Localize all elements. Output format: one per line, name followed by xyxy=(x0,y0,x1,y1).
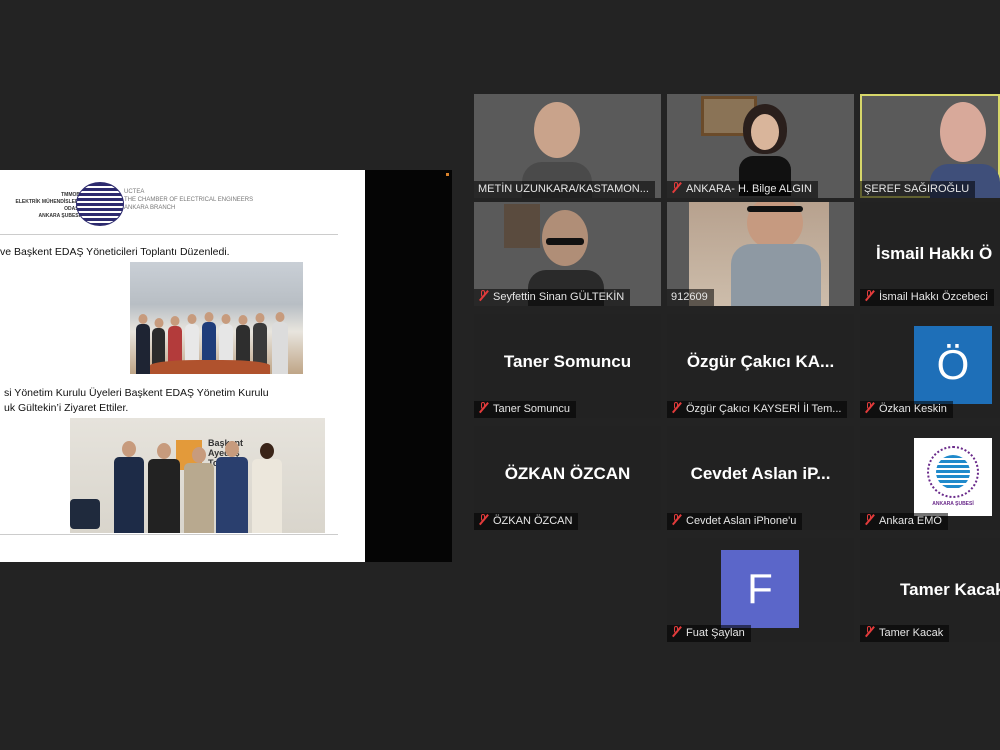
participant-name: Ankara EMO xyxy=(860,513,948,530)
participant-display-name: ÖZKAN ÖZCAN xyxy=(504,464,631,483)
participant-tile[interactable]: Taner Somuncu Taner Somuncu xyxy=(474,314,661,418)
mic-muted-icon xyxy=(864,626,875,637)
emo-logo-icon: ANKARA ŞUBESİ xyxy=(914,438,992,516)
avatar: Ö xyxy=(914,326,992,404)
divider xyxy=(0,534,338,535)
participant-tile[interactable]: F Fuat Şaylan xyxy=(667,538,854,642)
participant-name: ŞEREF SAĞIROĞLU xyxy=(860,181,976,198)
participant-name: Özkan Keskin xyxy=(860,401,953,418)
mic-muted-icon xyxy=(864,402,875,413)
participant-name: Seyfettin Sinan GÜLTEKİN xyxy=(474,289,631,306)
emo-logo-text-left: TMMOB ELEKTRİK MÜHENDİSLERİ ODASI ANKARA… xyxy=(15,192,80,219)
visit-photo: BaşkentAyedaşTop xyxy=(70,418,325,533)
mic-muted-icon xyxy=(671,182,682,193)
presentation-slide: TMMOB ELEKTRİK MÜHENDİSLERİ ODASI ANKARA… xyxy=(0,170,365,562)
participant-display-name: Taner Somuncu xyxy=(503,352,632,371)
participant-name: İsmail Hakkı Özcebeci xyxy=(860,289,994,306)
mic-muted-icon xyxy=(478,514,489,525)
slide-heading: ve Başkent EDAŞ Yöneticileri Toplantı Dü… xyxy=(0,246,230,258)
participant-display-name: Tamer Kacak xyxy=(900,580,1000,599)
participant-tile[interactable]: ÖZKAN ÖZCAN ÖZKAN ÖZCAN xyxy=(474,426,661,530)
divider xyxy=(0,234,338,235)
slide-subheading: si Yönetim Kurulu Üyeleri Başkent EDAŞ Y… xyxy=(4,387,269,414)
participant-display-name: Özgür Çakıcı KA... xyxy=(686,352,835,371)
participant-tile[interactable]: ANKARA ŞUBESİ Ankara EMO xyxy=(860,426,1000,530)
emo-logo-text-right: UCTEA THE CHAMBER OF ELECTRICAL ENGINEER… xyxy=(124,189,254,211)
participant-tile[interactable]: ŞEREF SAĞIROĞLU xyxy=(860,94,1000,198)
participant-display-name: İsmail Hakkı Ö xyxy=(876,244,993,263)
participant-name: Cevdet Aslan iPhone'u xyxy=(667,513,803,530)
participant-tile[interactable]: Özgür Çakıcı KA... Özgür Çakıcı KAYSERİ … xyxy=(667,314,854,418)
participant-tile[interactable]: METİN UZUNKARA/KASTAMON... xyxy=(474,94,661,198)
mic-muted-icon xyxy=(671,626,682,637)
participant-name: Özgür Çakıcı KAYSERİ İl Tem... xyxy=(667,401,848,418)
meeting-photo xyxy=(130,262,303,374)
participant-display-name: Cevdet Aslan iP... xyxy=(690,464,831,483)
participant-name: METİN UZUNKARA/KASTAMON... xyxy=(474,181,655,198)
participant-tile[interactable]: 912609 xyxy=(667,202,854,306)
screen-share-panel[interactable]: TMMOB ELEKTRİK MÜHENDİSLERİ ODASI ANKARA… xyxy=(0,170,452,562)
participant-name: ANKARA- H. Bilge ALGIN xyxy=(667,181,818,198)
participant-name: Tamer Kacak xyxy=(860,625,950,642)
participant-tile[interactable]: Tamer Kacak Tamer Kacak xyxy=(860,538,1000,642)
participant-name: Taner Somuncu xyxy=(474,401,577,418)
mic-muted-icon xyxy=(671,402,682,413)
mic-muted-icon xyxy=(864,514,875,525)
emo-logo-icon xyxy=(76,182,124,226)
share-margin xyxy=(365,170,452,562)
mic-muted-icon xyxy=(478,402,489,413)
avatar: F xyxy=(721,550,799,628)
participant-name: ÖZKAN ÖZCAN xyxy=(474,513,579,530)
participant-tile[interactable]: Seyfettin Sinan GÜLTEKİN xyxy=(474,202,661,306)
participant-name: Fuat Şaylan xyxy=(667,625,751,642)
participant-tile[interactable]: Ö Özkan Keskin xyxy=(860,314,1000,418)
participant-tile[interactable]: Cevdet Aslan iP... Cevdet Aslan iPhone'u xyxy=(667,426,854,530)
participant-tile[interactable]: ANKARA- H. Bilge ALGIN xyxy=(667,94,854,198)
mic-muted-icon xyxy=(671,514,682,525)
participant-name: 912609 xyxy=(667,289,714,306)
mic-muted-icon xyxy=(478,290,489,301)
participant-tile[interactable]: İsmail Hakkı Ö İsmail Hakkı Özcebeci xyxy=(860,202,1000,306)
share-indicator xyxy=(446,173,449,176)
mic-muted-icon xyxy=(864,290,875,301)
